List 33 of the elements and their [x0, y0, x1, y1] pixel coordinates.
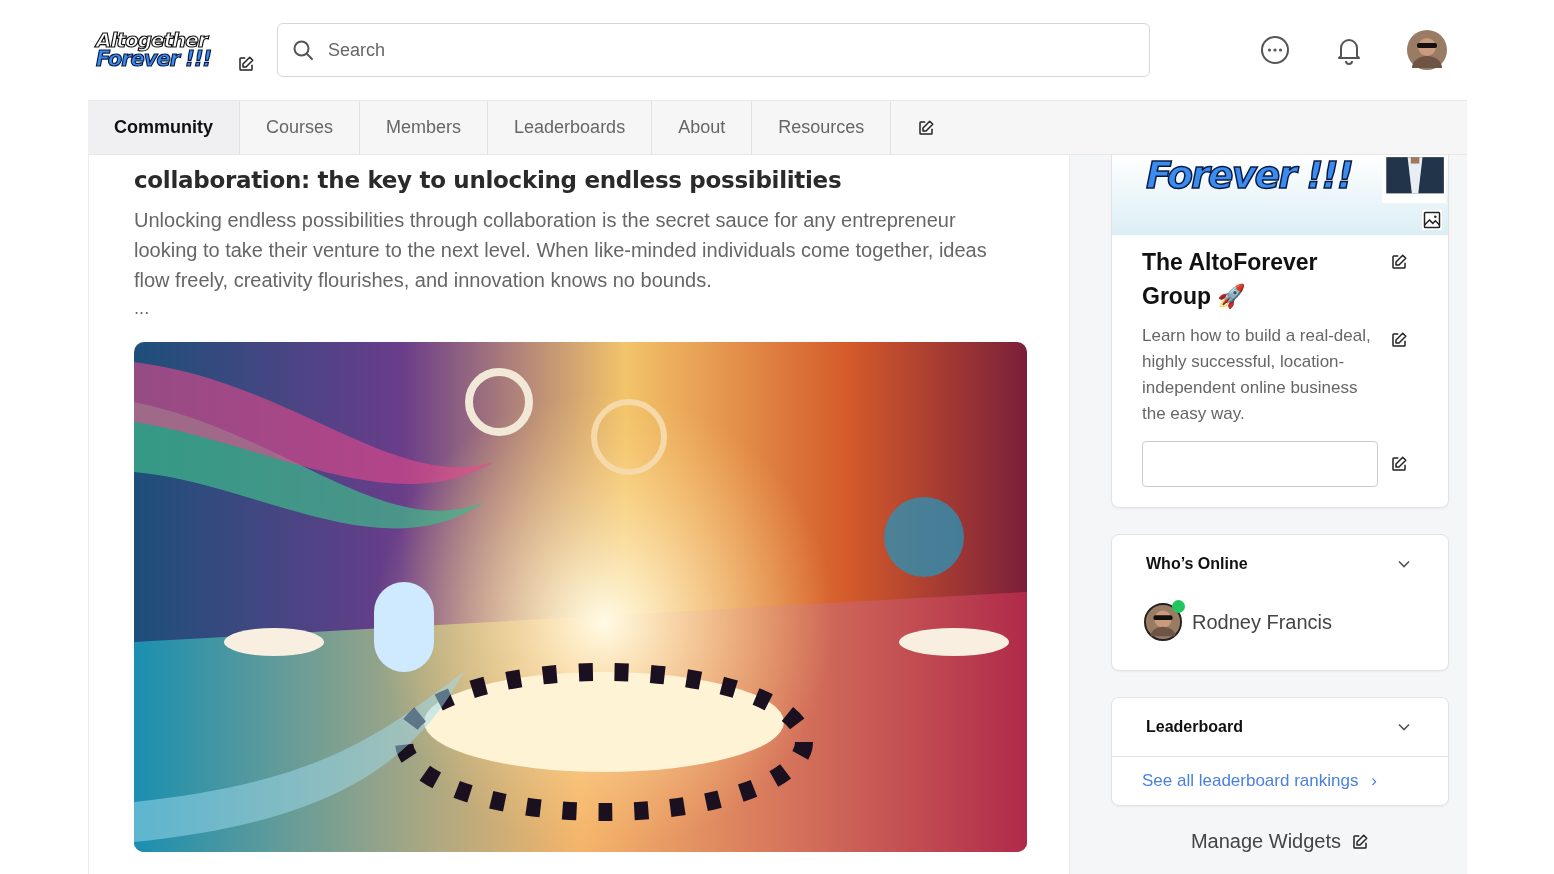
nav-tab[interactable]: Members: [360, 101, 489, 154]
nav-tab[interactable]: Leaderboards: [488, 101, 653, 154]
search-field[interactable]: Search: [277, 23, 1151, 77]
input-field[interactable]: [1142, 441, 1378, 487]
member-name[interactable]: Rodney Francis: [1192, 610, 1333, 634]
nav-tab[interactable]: About: [652, 101, 753, 154]
edit-icon[interactable]: [1390, 253, 1408, 271]
group-name: The AltoForever Group 🚀: [1142, 248, 1319, 311]
manage-widgets-link[interactable]: Manage Widgets: [1190, 830, 1342, 853]
banner-text: Forever !!!: [1146, 155, 1353, 199]
logo-text: Forever !!!: [96, 49, 212, 70]
logo[interactable]: Altogether Forever !!!: [96, 30, 212, 70]
edit-icon[interactable]: [1390, 455, 1408, 473]
post-title[interactable]: collaboration: the key to unlocking endless possibilities: [134, 167, 1069, 193]
more-text[interactable]: ...: [134, 299, 1069, 318]
edit-icon[interactable]: [1351, 832, 1370, 851]
search-icon: [291, 38, 316, 62]
chat-icon[interactable]: [1259, 34, 1291, 66]
leaderboard-link[interactable]: See all leaderboard rankings ›: [1112, 757, 1448, 805]
edit-icon[interactable]: [237, 55, 256, 73]
avatar[interactable]: [1144, 603, 1182, 641]
nav-tab[interactable]: Courses: [240, 101, 361, 154]
nav-tab[interactable]: Resources: [752, 101, 892, 154]
image-icon[interactable]: [1422, 210, 1442, 230]
widget-title: Leaderboard: [1146, 718, 1243, 736]
avatar[interactable]: [1407, 30, 1447, 70]
edit-icon[interactable]: [1390, 331, 1408, 349]
edit-icon[interactable]: [917, 118, 936, 137]
post-text: Unlocking endless possibilities through collaboration is the secret sauce for any entrepreneur looking to take their venture to the next level. When like-minded individuals come together, ideas flow freely, creativity flourishes, and innovation knows no bounds.: [134, 208, 988, 293]
widget-title: Who’s Online: [1146, 555, 1248, 573]
logo-text: Altogether: [96, 30, 209, 50]
nav-tab[interactable]: Community: [88, 101, 240, 154]
group-description: Learn how to build a real-deal, highly successful, location-independent online business the easy way.: [1142, 325, 1372, 425]
